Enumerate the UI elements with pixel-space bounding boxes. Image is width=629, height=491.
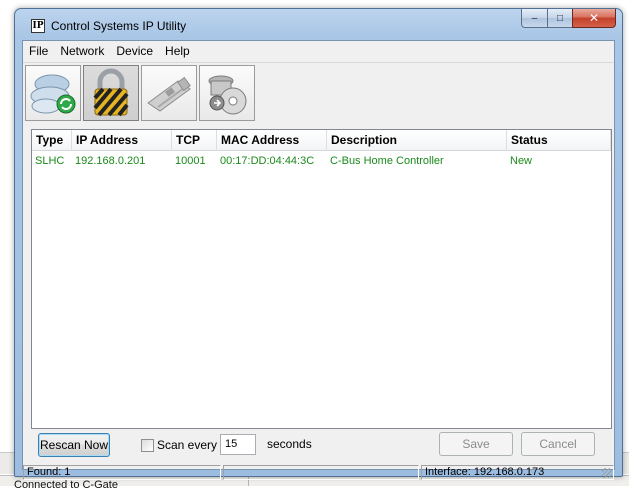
- cancel-button[interactable]: Cancel: [521, 432, 595, 456]
- network-card-icon: [147, 76, 191, 112]
- maximize-button[interactable]: □: [547, 9, 573, 28]
- app-icon: IP: [31, 19, 45, 33]
- lock-icon: [93, 68, 129, 117]
- column-header-description[interactable]: Description: [327, 130, 507, 151]
- caption-buttons: – □ ✕: [521, 9, 616, 29]
- cell-type: SLHC: [35, 155, 65, 167]
- interface-address: Interface: 192.168.0.173: [421, 465, 614, 480]
- cell-status: New: [510, 155, 533, 167]
- status-bar: Found: 1 Interface: 192.168.0.173: [23, 465, 614, 481]
- disc-tools-icon: [208, 75, 247, 115]
- save-button[interactable]: Save: [439, 432, 513, 456]
- column-header-ip-address[interactable]: IP Address: [72, 130, 172, 151]
- ip-utility-window: IP Control Systems IP Utility – □ ✕ File…: [14, 8, 623, 480]
- menu-file[interactable]: File: [23, 41, 54, 61]
- resize-grip[interactable]: [602, 468, 612, 478]
- column-header-type[interactable]: Type: [32, 130, 72, 151]
- column-header-tcp[interactable]: TCP: [172, 130, 217, 151]
- network-cloud-icon: [30, 74, 76, 114]
- menu-network[interactable]: Network: [54, 41, 110, 61]
- scan-every-label: Scan every: [157, 438, 218, 452]
- seconds-label: seconds: [267, 437, 312, 451]
- security-lock-button[interactable]: [83, 65, 139, 121]
- firmware-tools-button[interactable]: [199, 65, 255, 121]
- window-title: Control Systems IP Utility: [51, 19, 187, 33]
- window-client-area: File Network Device Help Type IP Address…: [22, 40, 615, 480]
- device-table: Type IP Address TCP MAC Address Descript…: [31, 129, 612, 429]
- scan-interval-input[interactable]: 15: [220, 434, 256, 455]
- menu-bar: File Network Device Help: [23, 41, 614, 61]
- network-card-button[interactable]: [141, 65, 197, 121]
- cell-mac-address: 00:17:DD:04:44:3C: [220, 155, 315, 167]
- found-count: Found: 1: [23, 465, 221, 480]
- close-button[interactable]: ✕: [572, 9, 616, 28]
- toolbar: [23, 62, 614, 124]
- cell-tcp: 10001: [175, 155, 206, 167]
- rescan-now-button[interactable]: Rescan Now: [38, 433, 110, 457]
- scan-every-checkbox[interactable]: [141, 439, 154, 452]
- minimize-button[interactable]: –: [521, 9, 548, 28]
- table-row[interactable]: SLHC 192.168.0.201 10001 00:17:DD:04:44:…: [32, 152, 611, 170]
- menu-device[interactable]: Device: [110, 41, 159, 61]
- table-header: Type IP Address TCP MAC Address Descript…: [32, 130, 611, 151]
- column-header-status[interactable]: Status: [507, 130, 611, 151]
- cell-ip-address: 192.168.0.201: [75, 155, 146, 167]
- scan-network-button[interactable]: [25, 65, 81, 121]
- menu-help[interactable]: Help: [159, 41, 196, 61]
- cell-description: C-Bus Home Controller: [330, 155, 444, 167]
- status-pane-empty: [223, 465, 419, 480]
- column-header-mac-address[interactable]: MAC Address: [217, 130, 327, 151]
